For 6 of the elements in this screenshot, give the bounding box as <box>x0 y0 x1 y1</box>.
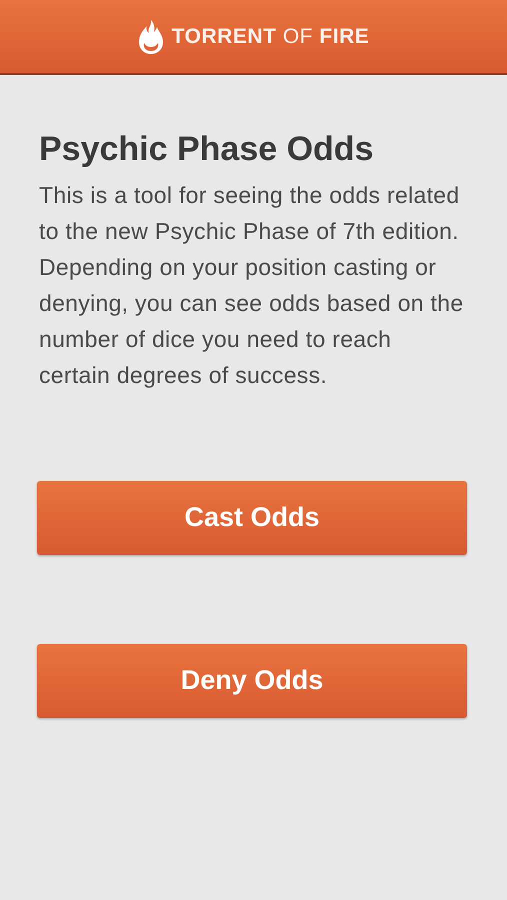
odds-button[interactable]: Deny Odds <box>37 644 467 718</box>
flame-icon <box>138 18 164 54</box>
app-logo-text: TORRENT OF FIRE <box>172 24 370 50</box>
description-paragraph: This is a tool for seeing the odds related to the new Psychic Phase of 7th edition. Depending on your position casting or denying, you can see odds based on the number of dice you need to reach certain degrees of success. <box>39 180 464 390</box>
page-title: Psychic Phase Odds <box>39 129 374 170</box>
odds-button[interactable]: Cast Odds <box>37 480 467 554</box>
